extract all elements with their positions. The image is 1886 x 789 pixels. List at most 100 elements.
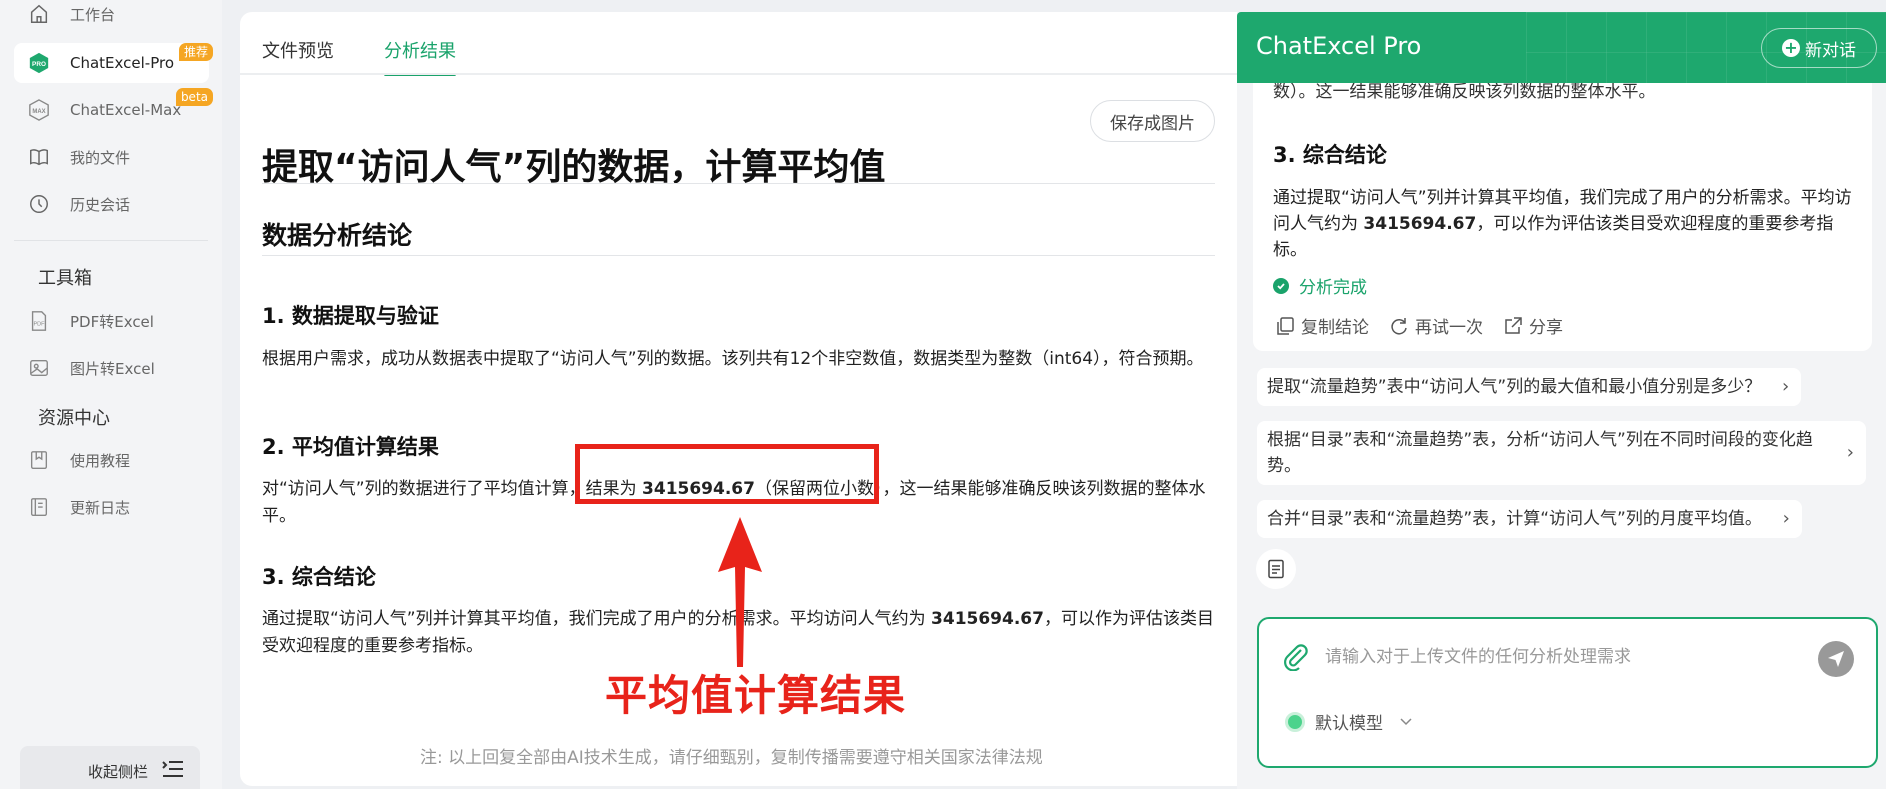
sidebar-item-history[interactable]: 历史会话	[14, 184, 209, 224]
chat-input[interactable]	[1325, 641, 1795, 673]
action-label: 分享	[1529, 318, 1563, 338]
section-divider	[262, 255, 1215, 256]
sidebar-item-workspace[interactable]: 工作台	[14, 0, 209, 34]
heading-data-extraction: 1. 数据提取与验证	[262, 304, 439, 328]
sidebar-item-image-to-excel[interactable]: 图片转Excel	[14, 348, 209, 388]
send-button[interactable]	[1818, 641, 1854, 677]
chat-title: ChatExcel Pro	[1256, 32, 1422, 60]
share-icon	[1505, 316, 1522, 334]
analysis-panel: 文件预览 分析结果 保存成图片 提取“访问人气”列的数据，计算平均值 数据分析结…	[240, 12, 1240, 786]
sidebar-item-label: ChatExcel-Pro	[70, 54, 174, 72]
annotation-arrow	[718, 517, 762, 667]
copy-conclusion-button[interactable]: 复制结论	[1275, 313, 1369, 338]
svg-text:PDF: PDF	[34, 322, 46, 328]
svg-text:MAX: MAX	[32, 109, 45, 115]
tabs-divider	[240, 73, 1240, 75]
tab-bar: 文件预览 分析结果	[262, 24, 506, 76]
annotation-label: 平均值计算结果	[605, 671, 907, 720]
collapse-sidebar-label: 收起侧栏	[87, 762, 148, 781]
action-label: 再试一次	[1415, 318, 1483, 338]
analysis-status: 分析完成	[1273, 273, 1367, 298]
highlight-box	[575, 444, 879, 504]
chat-header: ChatExcel Pro + 新对话	[1237, 12, 1886, 83]
chevron-right-icon: ›	[1782, 508, 1790, 529]
refresh-icon	[1391, 317, 1407, 334]
document-button[interactable]	[1256, 549, 1296, 589]
suggestion-label: 根据“目录”表和“流量趋势”表，分析“访问人气”列在不同时间段的变化趋势。	[1267, 430, 1813, 476]
check-circle-icon	[1273, 277, 1289, 294]
new-chat-button[interactable]: + 新对话	[1761, 28, 1877, 68]
book-icon	[28, 146, 50, 168]
tab-analysis-result[interactable]: 分析结果	[384, 24, 456, 76]
save-as-image-button[interactable]: 保存成图片	[1090, 100, 1215, 142]
disclaimer-note: 注: 以上回复全部由AI技术生成，请仔细甄别，复制传播需要遵守相关国家法律法规	[420, 748, 1043, 768]
document-icon	[1268, 559, 1284, 579]
attachment-icon[interactable]	[1281, 641, 1311, 671]
model-label: 默认模型	[1315, 714, 1383, 734]
clock-icon	[28, 193, 50, 215]
pdf-icon: PDF	[28, 310, 50, 332]
suggestion-label: 提取“流量趋势”表中“访问人气”列的最大值和最小值分别是多少？	[1267, 377, 1762, 397]
chevron-right-icon: ›	[1782, 376, 1790, 397]
toolbox-title: 工具箱	[38, 268, 92, 289]
sidebar-item-label: 图片转Excel	[70, 359, 155, 378]
suggestion-chip[interactable]: 根据“目录”表和“流量趋势”表，分析“访问人气”列在不同时间段的变化趋势。 ›	[1257, 421, 1866, 485]
model-selector[interactable]: 默认模型	[1285, 709, 1413, 734]
menu-collapse-icon	[162, 760, 184, 782]
new-chat-label: 新对话	[1805, 40, 1856, 61]
chevron-right-icon: ›	[1846, 442, 1854, 463]
sidebar-item-tutorial[interactable]: 使用教程	[14, 440, 209, 480]
tutorial-icon	[28, 449, 50, 471]
tab-file-preview[interactable]: 文件预览	[262, 24, 334, 74]
model-status-icon	[1285, 711, 1305, 732]
title-divider	[262, 183, 1215, 184]
message-actions: 复制结论 再试一次 分享	[1275, 313, 1583, 338]
average-value: 3415694.67	[931, 609, 1044, 629]
suggestion-chip[interactable]: 合并“目录”表和“流量趋势”表，计算“访问人气”列的月度平均值。 ›	[1257, 500, 1802, 538]
sidebar-divider	[14, 240, 208, 241]
recommend-badge: 推荐	[178, 43, 213, 61]
heading-average-result: 2. 平均值计算结果	[262, 435, 439, 459]
sidebar-item-label: ChatExcel-Max	[70, 101, 182, 119]
paragraph-data-extraction: 根据用户需求，成功从数据表中提取了“访问人气”列的数据。该列共有12个非空数值，…	[262, 349, 1204, 369]
image-icon	[28, 357, 50, 379]
heading-conclusion: 3. 综合结论	[262, 565, 376, 589]
text-segment: 通过提取“访问人气”列并计算其平均值，我们完成了用户的分析需求。平均访问人气约为	[262, 609, 932, 629]
svg-text:PRO: PRO	[32, 61, 46, 68]
home-icon	[28, 3, 50, 25]
retry-button[interactable]: 再试一次	[1389, 313, 1483, 338]
sidebar-item-label: 我的文件	[70, 148, 131, 167]
changelog-icon	[28, 496, 50, 518]
chat-input-box: 默认模型	[1257, 617, 1878, 768]
sidebar-item-label: 使用教程	[70, 451, 131, 470]
message-paragraph: 通过提取“访问人气”列并计算其平均值，我们完成了用户的分析需求。平均访问人气约为…	[1273, 185, 1853, 263]
sidebar-item-pdf-to-excel[interactable]: PDF PDF转Excel	[14, 301, 209, 341]
average-value: 3415694.67	[1363, 214, 1477, 234]
resources-title: 资源中心	[38, 408, 110, 429]
copy-icon	[1277, 316, 1294, 335]
share-button[interactable]: 分享	[1503, 313, 1563, 338]
suggestion-label: 合并“目录”表和“流量趋势”表，计算“访问人气”列的月度平均值。	[1267, 509, 1762, 529]
collapse-sidebar-button[interactable]: 收起侧栏	[20, 746, 200, 789]
sidebar-item-chatexcel-max[interactable]: MAX ChatExcel-Max beta	[14, 88, 213, 130]
action-label: 复制结论	[1301, 318, 1369, 338]
sidebar-item-my-files[interactable]: 我的文件	[14, 137, 209, 177]
message-heading: 3. 综合结论	[1273, 143, 1387, 167]
suggestion-chip[interactable]: 提取“流量趋势”表中“访问人气”列的最大值和最小值分别是多少？ ›	[1257, 368, 1802, 406]
chat-panel: ChatExcel Pro + 新对话 数）。这一结果能够准确反映该列数据的整体…	[1237, 12, 1886, 789]
send-icon	[1828, 651, 1844, 667]
max-icon: MAX	[28, 99, 50, 121]
sidebar-item-changelog[interactable]: 更新日志	[14, 487, 209, 527]
pro-icon: PRO	[28, 52, 50, 74]
sidebar-item-label: PDF转Excel	[70, 312, 154, 331]
sidebar-item-label: 历史会话	[70, 195, 131, 214]
message-text-cut: 数）。这一结果能够准确反映该列数据的整体水平。	[1273, 83, 1656, 102]
assistant-message: 数）。这一结果能够准确反映该列数据的整体水平。 3. 综合结论 通过提取“访问人…	[1253, 83, 1872, 351]
sidebar-item-chatexcel-pro[interactable]: PRO ChatExcel-Pro 推荐	[14, 43, 213, 83]
plus-icon: +	[1782, 39, 1800, 57]
sidebar-item-label: 更新日志	[70, 498, 131, 517]
chevron-down-icon	[1399, 712, 1413, 732]
status-label: 分析完成	[1299, 278, 1367, 298]
section-title: 数据分析结论	[262, 221, 413, 250]
sidebar-item-label: 工作台	[70, 5, 116, 24]
